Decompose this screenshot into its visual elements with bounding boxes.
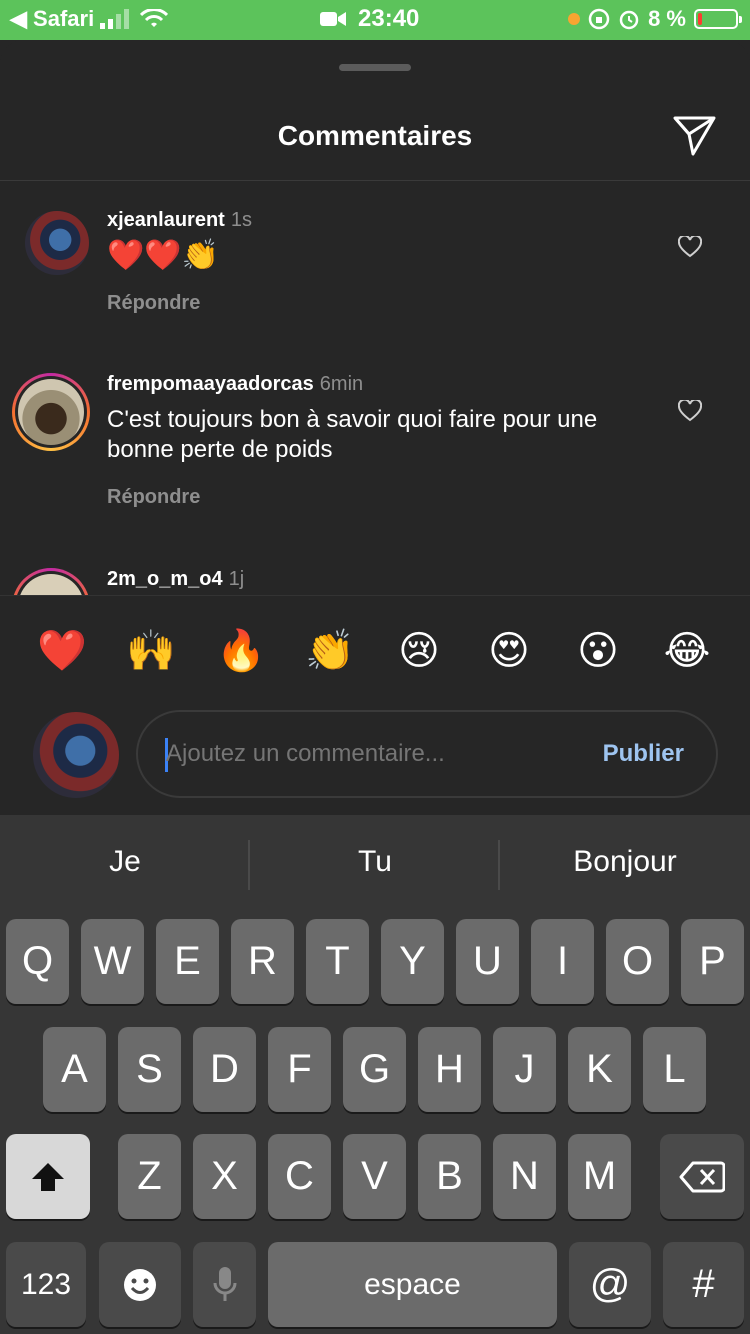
avatar[interactable] <box>25 211 89 275</box>
emoji-cry-button[interactable]: 😢 <box>394 626 444 676</box>
key-p[interactable]: P <box>681 919 744 1004</box>
key-n[interactable]: N <box>493 1134 556 1219</box>
like-heart-icon[interactable] <box>678 400 702 422</box>
emoji-raised-hands-button[interactable]: 🙌 <box>126 626 176 676</box>
keyboard: Je Tu Bonjour Q W E R T Y U I O P A S D … <box>0 815 750 1334</box>
key-g[interactable]: G <box>343 1027 406 1112</box>
comments-list[interactable]: xjeanlaurent 1s ❤️❤️👏 Répondre frempomaay… <box>0 181 750 595</box>
key-f[interactable]: F <box>268 1027 331 1112</box>
key-a[interactable]: A <box>43 1027 106 1112</box>
key-k[interactable]: K <box>568 1027 631 1112</box>
comment-header: 2m_o_m_o4 1j <box>107 568 244 591</box>
emoji-wow-button[interactable]: 😮 <box>573 626 623 676</box>
key-r[interactable]: R <box>231 919 294 1004</box>
suggestion-item[interactable]: Je <box>0 845 250 879</box>
emoji-heart-button[interactable]: ❤️ <box>37 626 87 676</box>
numbers-key[interactable]: 123 <box>6 1242 86 1327</box>
comment-header: xjeanlaurent 1s <box>107 209 252 232</box>
key-t[interactable]: T <box>306 919 369 1004</box>
key-w[interactable]: W <box>81 919 144 1004</box>
avatar <box>18 574 84 595</box>
key-c[interactable]: C <box>268 1134 331 1219</box>
comment-time: 1s <box>230 209 252 231</box>
like-heart-icon[interactable] <box>678 236 702 258</box>
status-center: 23:40 <box>320 5 419 33</box>
sheet-title: Commentaires <box>277 120 473 151</box>
back-to-app-link[interactable]: ◀ Safari <box>10 6 94 32</box>
reply-button[interactable]: Répondre <box>107 292 200 315</box>
key-s[interactable]: S <box>118 1027 181 1112</box>
dictation-key[interactable] <box>193 1242 256 1327</box>
emoji-key[interactable] <box>99 1242 181 1327</box>
backspace-icon <box>679 1161 725 1192</box>
avatar <box>18 379 84 445</box>
status-right: 8 % <box>568 6 742 32</box>
status-bar: ◀ Safari 23:40 8 % <box>0 0 750 40</box>
key-z[interactable]: Z <box>118 1134 181 1219</box>
story-ring[interactable] <box>12 373 90 451</box>
predictive-bar: Je Tu Bonjour <box>0 815 750 915</box>
suggestion-item[interactable]: Tu <box>250 845 500 879</box>
alarm-icon <box>619 10 639 30</box>
space-key[interactable]: espace <box>268 1242 557 1327</box>
emoji-reaction-bar: ❤️ 🙌 🔥 👏 😢 😍 😮 😂 <box>0 595 750 705</box>
battery-percent: 8 % <box>648 6 686 31</box>
emoji-clap-button[interactable]: 👏 <box>305 626 355 676</box>
status-time: 23:40 <box>358 5 420 32</box>
comment-text: C'est toujours bon à savoir quoi faire p… <box>107 406 598 463</box>
status-left: ◀ Safari <box>10 6 169 32</box>
at-key[interactable]: @ <box>569 1242 651 1327</box>
emoji-fire-button[interactable]: 🔥 <box>216 626 266 676</box>
comment-time: 1j <box>228 568 245 590</box>
comment-username[interactable]: frempomaayaadorcas <box>107 373 314 395</box>
key-y[interactable]: Y <box>381 919 444 1004</box>
key-b[interactable]: B <box>418 1134 481 1219</box>
key-o[interactable]: O <box>606 919 669 1004</box>
wifi-icon <box>140 9 169 27</box>
key-j[interactable]: J <box>493 1027 556 1112</box>
suggestion-item[interactable]: Bonjour <box>500 845 750 879</box>
hash-key[interactable]: # <box>663 1242 744 1327</box>
key-v[interactable]: V <box>343 1134 406 1219</box>
key-m[interactable]: M <box>568 1134 631 1219</box>
sheet-grabber[interactable] <box>339 64 411 71</box>
comment-username[interactable]: xjeanlaurent <box>107 209 225 231</box>
comment-input[interactable] <box>166 734 566 774</box>
key-h[interactable]: H <box>418 1027 481 1112</box>
video-camera-icon <box>320 12 346 26</box>
comment-text: ❤️❤️👏 <box>107 239 220 272</box>
microphone-icon <box>213 1266 236 1301</box>
send-icon[interactable] <box>672 112 718 158</box>
mic-indicator-dot <box>568 13 581 25</box>
key-i[interactable]: I <box>531 919 594 1004</box>
story-ring[interactable] <box>12 568 90 595</box>
key-u[interactable]: U <box>456 919 519 1004</box>
current-user-avatar <box>33 712 119 798</box>
emoji-laugh-button[interactable]: 😂 <box>662 626 712 676</box>
key-q[interactable]: Q <box>6 919 69 1004</box>
comment-header: frempomaayaadorcas 6min <box>107 373 363 396</box>
emoji-heart-eyes-button[interactable]: 😍 <box>484 626 534 676</box>
key-x[interactable]: X <box>193 1134 256 1219</box>
cellular-signal-icon <box>100 9 130 29</box>
delete-key[interactable] <box>660 1134 744 1219</box>
key-l[interactable]: L <box>643 1027 706 1112</box>
battery-icon <box>694 9 742 29</box>
comment-composer[interactable]: Publier <box>136 710 718 798</box>
key-d[interactable]: D <box>193 1027 256 1112</box>
rotation-lock-icon <box>588 8 610 30</box>
key-e[interactable]: E <box>156 919 219 1004</box>
publish-button[interactable]: Publier <box>603 740 684 768</box>
shift-key[interactable] <box>6 1134 90 1219</box>
shift-arrow-icon <box>32 1162 64 1191</box>
comments-sheet: Commentaires xjeanlaurent 1s ❤️❤️👏 Répond… <box>0 40 750 815</box>
comment-time: 6min <box>319 373 364 395</box>
reply-button[interactable]: Répondre <box>107 486 200 509</box>
comment-username[interactable]: 2m_o_m_o4 <box>107 568 223 590</box>
smiley-icon <box>124 1268 156 1301</box>
